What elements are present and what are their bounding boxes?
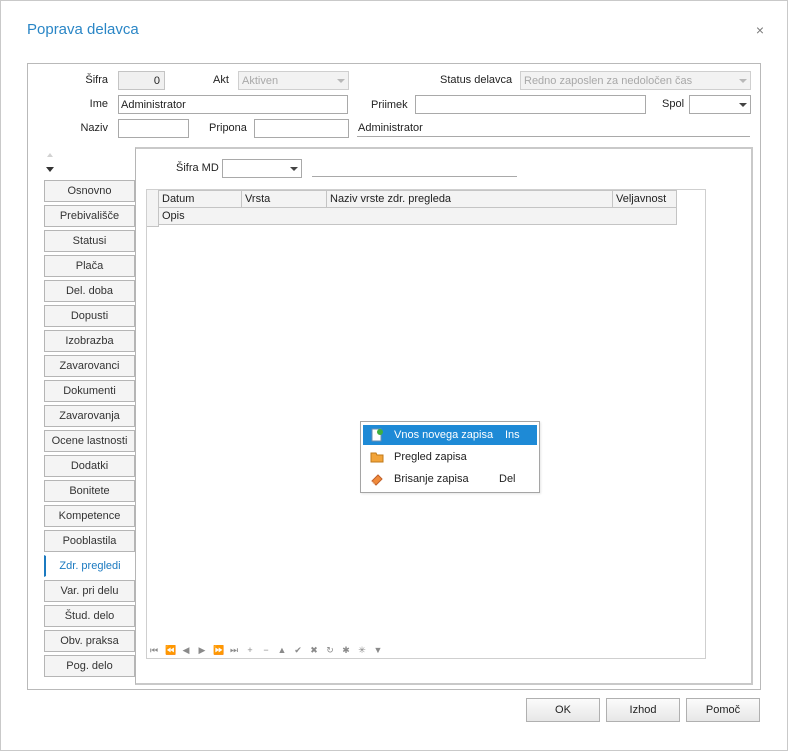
chevron-down-icon — [739, 103, 747, 107]
scroll-down-icon[interactable] — [46, 167, 54, 172]
navigator-button-7-icon[interactable]: − — [261, 645, 271, 655]
chevron-down-icon — [739, 79, 747, 83]
grid-navigator: ⏮ ⏪ ◀ ▶ ⏩ ⏭ + − ▲ ✔ ✖ ↻ ✱ ✳ ▼ — [149, 643, 383, 657]
navigator-button-6-icon[interactable]: + — [245, 645, 255, 655]
help-button[interactable]: Pomoč — [686, 698, 760, 722]
navigator-button-10-icon[interactable]: ✖ — [309, 645, 319, 656]
naziv-field[interactable] — [118, 119, 189, 138]
navigator-button-12-icon[interactable]: ✱ — [341, 645, 351, 656]
tab-zdr-pregledi[interactable]: Zdr. pregledi — [44, 555, 135, 577]
tab-zavarovanci[interactable]: Zavarovanci — [44, 355, 135, 377]
akt-combo[interactable]: Aktiven — [238, 71, 349, 90]
status-combo[interactable]: Redno zaposlen za nedoločen čas — [520, 71, 751, 90]
menu-item-label: Brisanje zapisa — [394, 473, 469, 485]
tab-statusi[interactable]: Statusi — [44, 230, 135, 252]
sifra-md-label: Šifra MD — [176, 162, 219, 174]
sifra-label: Šifra — [85, 74, 108, 86]
folder-icon — [370, 452, 384, 463]
ok-button[interactable]: OK — [526, 698, 600, 722]
tab-štud-delo[interactable]: Štud. delo — [44, 605, 135, 627]
sifra-md-combo[interactable] — [222, 159, 302, 178]
chevron-down-icon — [337, 79, 345, 83]
menu-item-label: Vnos novega zapisa — [394, 429, 494, 441]
akt-label: Akt — [213, 74, 229, 86]
navigator-button-9-icon[interactable]: ✔ — [293, 645, 303, 656]
tab-pog-delo[interactable]: Pog. delo — [44, 655, 135, 677]
menu-item-shortcut: Ins — [505, 429, 520, 441]
column-header-datum[interactable]: Datum — [158, 190, 242, 208]
employee-edit-dialog: Poprava delavca × Šifra 0 Akt Aktiven St… — [0, 0, 788, 751]
tab-dopusti[interactable]: Dopusti — [44, 305, 135, 327]
menu-item-label: Pregled zapisa — [394, 451, 467, 463]
full-name-display: Administrator — [358, 122, 423, 134]
navigator-button-13-icon[interactable]: ✳ — [357, 645, 367, 656]
tab-bonitete[interactable]: Bonitete — [44, 480, 135, 502]
tab-plača[interactable]: Plača — [44, 255, 135, 277]
column-header-vrsta[interactable]: Vrsta — [241, 190, 327, 208]
tab-strip: Osnovno Prebivališče Statusi Plača Del. doba… — [41, 147, 135, 685]
navigator-button-11-icon[interactable]: ↻ — [325, 645, 335, 656]
menu-item-view-record[interactable]: Pregled zapisa — [363, 447, 537, 467]
navigator-button-5-icon[interactable]: ⏭ — [229, 645, 239, 656]
exit-button[interactable]: Izhod — [606, 698, 680, 722]
naziv-label: Naziv — [80, 122, 108, 134]
scroll-up-icon[interactable] — [47, 153, 53, 157]
sifra-field[interactable]: 0 — [118, 71, 165, 90]
tab-izobrazba[interactable]: Izobrazba — [44, 330, 135, 352]
tab-ocene-lastnosti[interactable]: Ocene lastnosti — [44, 430, 135, 452]
spol-label: Spol — [662, 98, 685, 110]
chevron-down-icon — [290, 167, 298, 171]
sifra-md-description-line — [312, 176, 517, 177]
akt-value: Aktiven — [242, 75, 279, 87]
navigator-button-2-icon[interactable]: ◀ — [181, 645, 191, 656]
navigator-button-4-icon[interactable]: ⏩ — [213, 645, 224, 656]
menu-item-shortcut: Del — [499, 473, 516, 485]
status-label: Status delavca — [440, 74, 513, 86]
navigator-button-3-icon[interactable]: ▶ — [197, 645, 207, 656]
eraser-icon — [371, 474, 383, 486]
pripona-label: Pripona — [209, 122, 247, 134]
context-menu: Vnos novega zapisa Ins Pregled zapisa Br… — [360, 421, 540, 493]
ime-label: Ime — [89, 98, 108, 110]
dialog-title: Poprava delavca — [27, 21, 139, 38]
tab-var-pri-delu[interactable]: Var. pri delu — [44, 580, 135, 602]
tab-prebivališče[interactable]: Prebivališče — [44, 205, 135, 227]
close-icon[interactable]: × — [753, 23, 767, 37]
column-header-veljavnost[interactable]: Veljavnost — [612, 190, 677, 208]
status-value: Redno zaposlen za nedoločen čas — [524, 75, 693, 87]
menu-item-delete-record[interactable]: Brisanje zapisa Del — [363, 469, 537, 489]
pripona-field[interactable] — [254, 119, 349, 138]
spol-combo[interactable] — [689, 95, 751, 114]
tab-del-doba[interactable]: Del. doba — [44, 280, 135, 302]
tab-pooblastila[interactable]: Pooblastila — [44, 530, 135, 552]
tab-dodatki[interactable]: Dodatki — [44, 455, 135, 477]
tab-panel-zdr-pregledi: Šifra MD Datum Vrsta Naziv vrste zdr. pr… — [135, 147, 753, 685]
form-frame: Šifra 0 Akt Aktiven Status delavca Redno… — [27, 63, 761, 690]
menu-item-new-record[interactable]: Vnos novega zapisa Ins — [363, 425, 537, 445]
column-header-naziv[interactable]: Naziv vrste zdr. pregleda — [326, 190, 613, 208]
priimek-field[interactable] — [415, 95, 646, 114]
navigator-button-14-icon[interactable]: ▼ — [373, 645, 383, 655]
tab-zavarovanja[interactable]: Zavarovanja — [44, 405, 135, 427]
navigator-button-0-icon[interactable]: ⏮ — [149, 645, 159, 656]
ime-field[interactable]: Administrator — [118, 95, 348, 114]
column-header-opis[interactable]: Opis — [158, 207, 677, 225]
priimek-label: Priimek — [371, 99, 408, 111]
tab-kompetence[interactable]: Kompetence — [44, 505, 135, 527]
tab-dokumenti[interactable]: Dokumenti — [44, 380, 135, 402]
navigator-button-8-icon[interactable]: ▲ — [277, 645, 287, 655]
tab-osnovno[interactable]: Osnovno — [44, 180, 135, 202]
new-record-icon — [371, 428, 383, 442]
tab-obv-praksa[interactable]: Obv. praksa — [44, 630, 135, 652]
full-name-underline — [357, 136, 750, 137]
navigator-button-1-icon[interactable]: ⏪ — [165, 645, 176, 656]
